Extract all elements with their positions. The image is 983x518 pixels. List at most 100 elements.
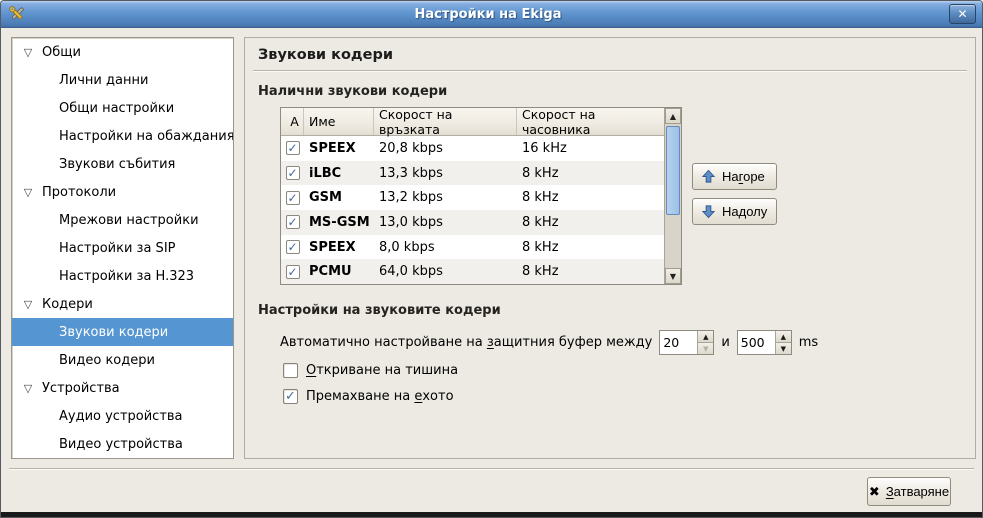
codec-name: SPEEX	[304, 240, 374, 255]
expander-icon[interactable]: ▽	[20, 46, 36, 59]
check-icon: ✓	[287, 266, 297, 278]
jitter-max-input[interactable]	[738, 331, 775, 354]
codec-bitrate: 13,3 kbps	[374, 166, 517, 181]
jitter-buffer-row: Автоматично настройване на защитния буфе…	[280, 330, 818, 355]
codec-name: PCMU	[304, 264, 374, 279]
sidebar-item-protocols[interactable]: ▽ Протоколи	[12, 178, 233, 206]
sidebar-item-general-settings[interactable]: Общи настройки	[12, 94, 233, 122]
codec-bitrate: 13,2 kbps	[374, 190, 517, 205]
echo-cancellation-checkbox[interactable]: ✓	[283, 389, 298, 404]
codec-bitrate: 64,0 kbps	[374, 264, 517, 279]
sidebar-item-audio-devices[interactable]: Аудио устройства	[12, 402, 233, 430]
reorder-buttons: Нагоре Надолу	[692, 163, 777, 225]
codec-name: SPEEX	[304, 141, 374, 156]
footer-separator	[9, 468, 974, 470]
tree-label: Общи настройки	[59, 101, 174, 116]
header-separator	[253, 70, 967, 72]
codec-bitrate: 20,8 kbps	[374, 141, 517, 156]
table-row[interactable]: ✓ GSM 13,2 kbps 8 kHz	[281, 185, 664, 210]
up-arrow-icon	[701, 169, 716, 184]
tree-label: Общи	[42, 45, 81, 60]
sidebar-item-network-settings[interactable]: Мрежови настройки	[12, 206, 233, 234]
echo-cancellation-label: Премахване на ехото	[306, 389, 454, 404]
sidebar-item-h323-settings[interactable]: Настройки за H.323	[12, 262, 233, 290]
codec-clock: 8 kHz	[517, 166, 664, 181]
column-header-bitrate[interactable]: Скорост на връзката	[374, 108, 517, 135]
sidebar-item-personal-data[interactable]: Лични данни	[12, 66, 233, 94]
codec-settings-heading: Настройки на звуковите кодери	[258, 303, 501, 318]
table-row[interactable]: ✓ iLBC 13,3 kbps 8 kHz	[281, 161, 664, 186]
close-dialog-button[interactable]: ✖ Затваряне	[867, 477, 951, 506]
sidebar-item-video-devices[interactable]: Видео устройства	[12, 430, 233, 458]
silence-detection-row[interactable]: Откриване на тишина	[283, 363, 458, 378]
echo-cancellation-row[interactable]: ✓ Премахване на ехото	[283, 389, 454, 404]
codec-clock: 8 kHz	[517, 190, 664, 205]
codec-checkbox[interactable]: ✓	[286, 265, 300, 279]
column-header-active[interactable]: A	[281, 108, 304, 135]
sidebar-item-devices[interactable]: ▽ Устройства	[12, 374, 233, 402]
codec-table-content: A Име Скорост на връзката Скорост на час…	[281, 108, 664, 284]
sidebar-item-sound-events[interactable]: Звукови събития	[12, 150, 233, 178]
window-close-button[interactable]: ✕	[949, 4, 976, 24]
sidebar-item-sip-settings[interactable]: Настройки за SIP	[12, 234, 233, 262]
check-icon: ✓	[287, 142, 297, 154]
sidebar-item-video-codecs[interactable]: Видео кодери	[12, 346, 233, 374]
table-row[interactable]: ✓ SPEEX 8,0 kbps 8 kHz	[281, 235, 664, 260]
silence-detection-checkbox[interactable]	[283, 363, 298, 378]
down-arrow-icon	[701, 204, 716, 219]
table-scrollbar[interactable]: ▲ ▼	[664, 108, 681, 284]
ms-unit-label: ms	[799, 335, 818, 350]
check-icon: ✓	[285, 390, 296, 403]
close-icon: ✕	[957, 7, 967, 21]
preferences-window: Настройки на Ekiga ✕ ▽ Общи Лични данни …	[0, 0, 983, 518]
codec-clock: 8 kHz	[517, 215, 664, 230]
jitter-min-input[interactable]	[660, 331, 697, 354]
scroll-up-button[interactable]: ▲	[665, 108, 681, 124]
tree-label: Лични данни	[59, 73, 148, 88]
jitter-label: Автоматично настройване на защитния буфе…	[280, 335, 652, 350]
sidebar-item-audio-codecs[interactable]: Звукови кодери	[12, 318, 233, 346]
titlebar[interactable]: Настройки на Ekiga ✕	[1, 1, 982, 28]
check-icon: ✓	[287, 192, 297, 204]
scrollbar-thumb[interactable]	[666, 126, 680, 215]
scrollbar-track[interactable]	[665, 124, 681, 268]
column-header-clock[interactable]: Скорост на часовника	[517, 108, 664, 135]
codec-checkbox[interactable]: ✓	[286, 166, 300, 180]
table-row[interactable]: ✓ SPEEX 20,8 kbps 16 kHz	[281, 136, 664, 161]
spin-up-icon[interactable]: ▲	[698, 331, 713, 342]
check-icon: ✓	[287, 216, 297, 228]
audio-codecs-page: Звукови кодери Налични звукови кодери A …	[244, 37, 976, 459]
codec-name: MS-GSM	[304, 215, 374, 230]
scroll-down-button[interactable]: ▼	[665, 268, 681, 284]
spin-up-icon[interactable]: ▲	[776, 331, 791, 342]
jitter-min-spinner: ▲ ▼	[659, 330, 714, 355]
column-header-name[interactable]: Име	[304, 108, 374, 135]
codec-checkbox[interactable]: ✓	[286, 191, 300, 205]
table-row[interactable]: ✓ PCMU 64,0 kbps 8 kHz	[281, 259, 664, 284]
spin-down-icon[interactable]: ▼	[776, 342, 791, 354]
codec-clock: 8 kHz	[517, 264, 664, 279]
sidebar-item-call-options[interactable]: Настройки на обажданията	[12, 122, 233, 150]
sidebar-item-general[interactable]: ▽ Общи	[12, 38, 233, 66]
codec-checkbox[interactable]: ✓	[286, 240, 300, 254]
and-label: и	[721, 335, 729, 350]
spin-down-icon[interactable]: ▼	[698, 342, 713, 354]
tree-label: Звукови събития	[59, 157, 175, 172]
tree-label: Протоколи	[42, 185, 116, 200]
tools-icon[interactable]	[7, 4, 27, 24]
move-down-button[interactable]: Надолу	[692, 198, 777, 225]
preferences-tree: ▽ Общи Лични данни Общи настройки Настро…	[11, 37, 234, 459]
expander-icon[interactable]: ▽	[20, 298, 36, 311]
codec-name: iLBC	[304, 166, 374, 181]
table-row[interactable]: ✓ MS-GSM 13,0 kbps 8 kHz	[281, 210, 664, 235]
move-up-button[interactable]: Нагоре	[692, 163, 777, 190]
codec-clock: 8 kHz	[517, 240, 664, 255]
tree-label: Видео кодери	[59, 353, 155, 368]
codec-checkbox[interactable]: ✓	[286, 141, 300, 155]
expander-icon[interactable]: ▽	[20, 382, 36, 395]
window-bottom-edge	[1, 512, 982, 517]
codec-checkbox[interactable]: ✓	[286, 215, 300, 229]
expander-icon[interactable]: ▽	[20, 186, 36, 199]
tree-label: Аудио устройства	[59, 409, 183, 424]
sidebar-item-codecs[interactable]: ▽ Кодери	[12, 290, 233, 318]
